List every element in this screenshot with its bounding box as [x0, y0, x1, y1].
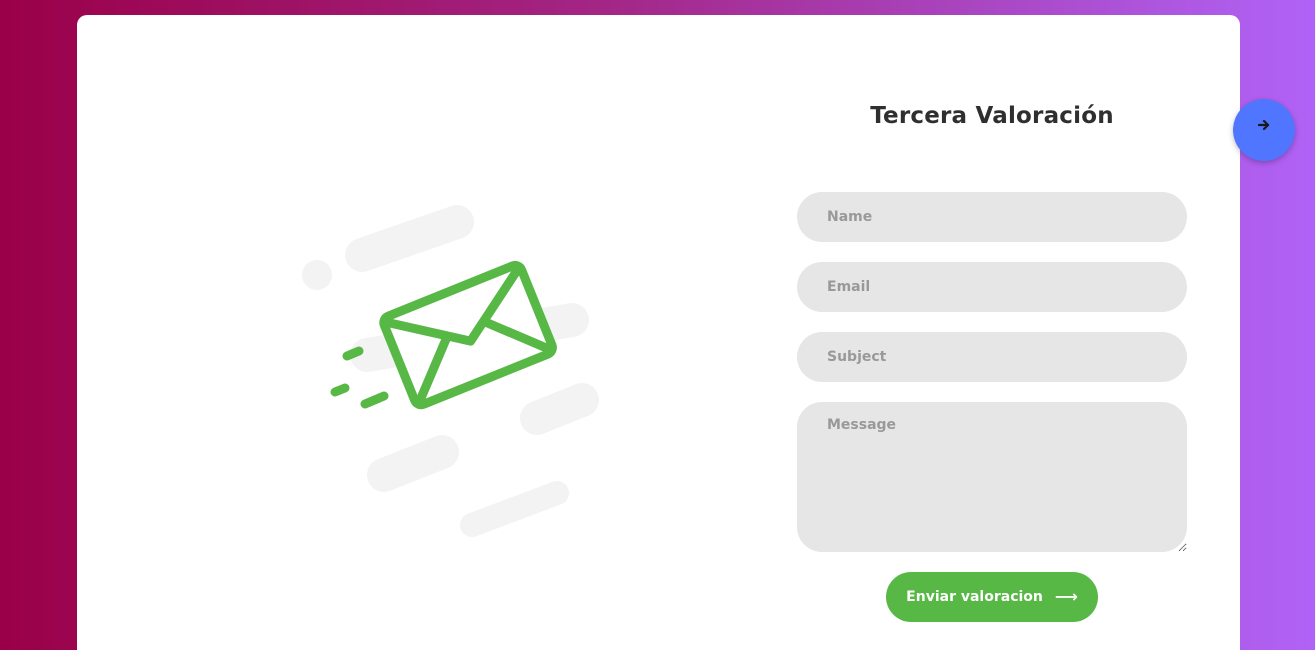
name-input[interactable]: [797, 192, 1187, 242]
email-input[interactable]: [797, 262, 1187, 312]
long-arrow-right-icon: ⟶: [1054, 587, 1078, 606]
submit-button[interactable]: Enviar valoracion ⟶: [886, 572, 1098, 622]
envelope-illustration: [297, 200, 607, 545]
form-title: Tercera Valoración: [870, 103, 1114, 129]
contact-card: Tercera Valoración Enviar valoracion ⟶: [77, 15, 1240, 650]
envelope-icon: [302, 205, 599, 537]
next-button[interactable]: [1233, 99, 1295, 161]
submit-button-label: Enviar valoracion: [906, 589, 1043, 605]
arrow-right-icon: [1257, 119, 1270, 131]
message-textarea[interactable]: [797, 402, 1187, 552]
subject-input[interactable]: [797, 332, 1187, 382]
